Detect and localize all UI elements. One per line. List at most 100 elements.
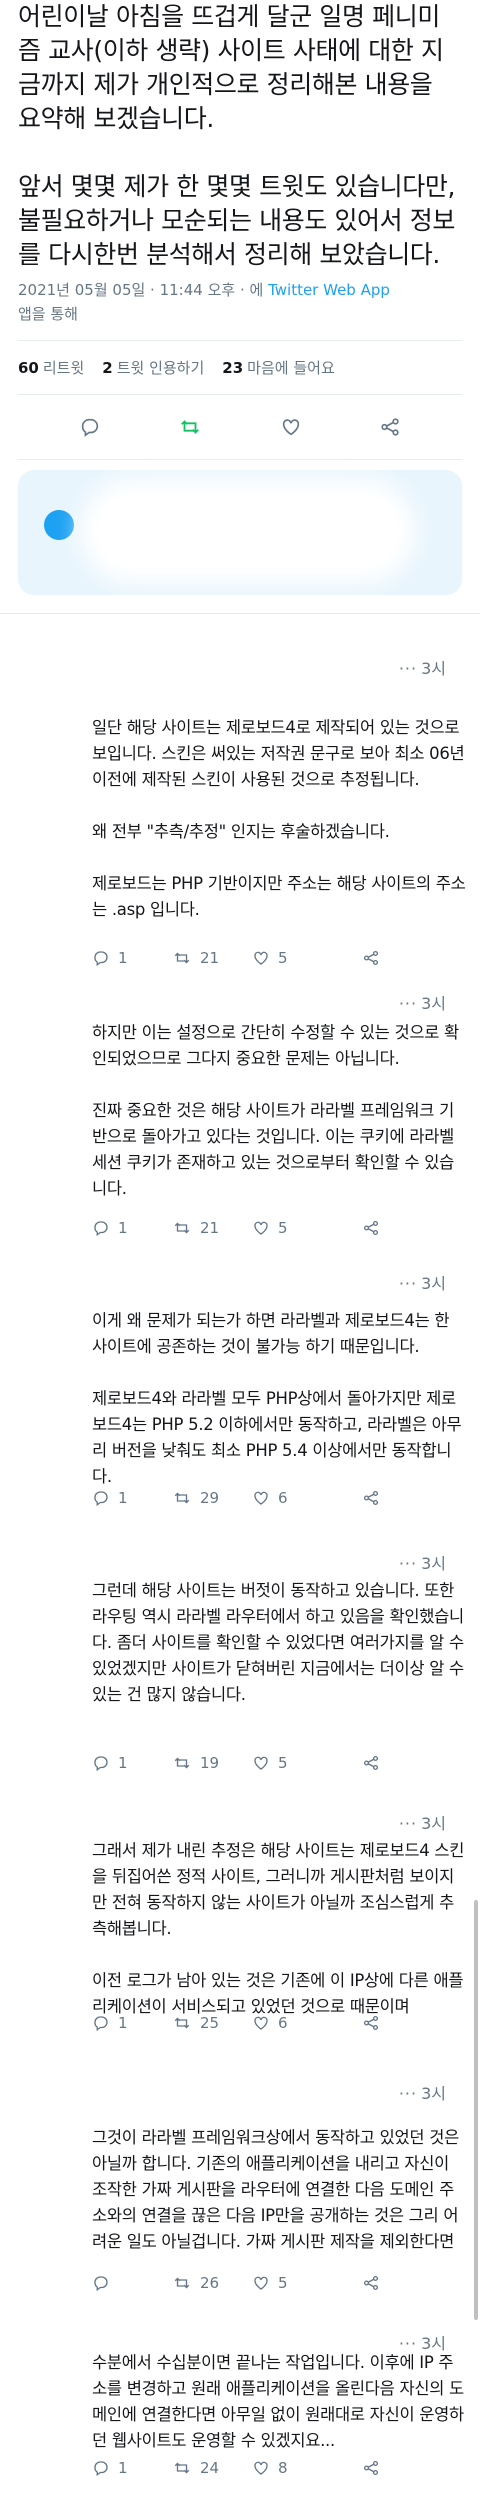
- retweet-button[interactable]: 21: [172, 1219, 252, 1237]
- quotes-stat[interactable]: 2 트윗 인용하기: [102, 357, 204, 378]
- like-button[interactable]: 8: [252, 2459, 332, 2477]
- like-count: 5: [278, 1219, 288, 1237]
- reply-tweet[interactable]: ··· 3시 그것이 라라벨 프레임워크상에서 동작하고 있었던 것은 아닐까 합니…: [0, 2080, 480, 2310]
- more-icon[interactable]: ···: [399, 659, 417, 678]
- retweet-icon: [174, 2017, 190, 2029]
- like-icon: [254, 2276, 268, 2290]
- like-button[interactable]: 5: [252, 949, 332, 967]
- like-button[interactable]: 5: [252, 1754, 332, 1772]
- retweet-button[interactable]: 26: [172, 2274, 252, 2292]
- share-button[interactable]: [362, 949, 388, 967]
- share-button[interactable]: [362, 2459, 388, 2477]
- like-icon: [254, 1756, 268, 1770]
- retweet-count: 25: [200, 2014, 220, 2032]
- tweet-time: 3시: [421, 994, 446, 1013]
- like-icon: [254, 951, 268, 965]
- reply-icon: [94, 1756, 108, 1772]
- retweet-button[interactable]: 21: [172, 949, 252, 967]
- retweet-icon[interactable]: [178, 416, 202, 438]
- retweets-stat[interactable]: 60 리트윗: [18, 357, 84, 378]
- more-icon[interactable]: ···: [399, 2084, 417, 2103]
- reply-icon: [94, 2016, 108, 2032]
- more-icon[interactable]: ···: [399, 994, 417, 1013]
- tweet-stats: 60 리트윗 2 트윗 인용하기 23 마음에 들어요: [0, 341, 480, 394]
- reply-button[interactable]: 1: [92, 2014, 172, 2032]
- reply-button[interactable]: 1: [92, 949, 172, 967]
- reply-tweet[interactable]: ··· 3시 수분에서 수십분이면 끝나는 작업입니다. 이후에 IP 주소를 변경…: [0, 2330, 480, 2495]
- share-button[interactable]: [362, 1754, 388, 1772]
- reply-paragraph: 진짜 중요한 것은 해당 사이트가 라라벨 프레임워크 기반으로 돌아가고 있다…: [92, 1101, 454, 1198]
- reply-button[interactable]: 1: [92, 1754, 172, 1772]
- like-button[interactable]: 5: [252, 2274, 332, 2292]
- reply-tweet[interactable]: ··· 3시 하지만 이는 설정으로 간단히 수정할 수 있는 것으로 확인되었으므…: [0, 990, 480, 1255]
- share-button[interactable]: [362, 1219, 388, 1237]
- reply-action-bar: 1 21 5: [92, 1215, 402, 1241]
- tweet-app-link[interactable]: Twitter Web App: [268, 281, 390, 299]
- reply-paragraph: 그런데 해당 사이트는 버젓이 동작하고 있습니다. 또한 라우팅 역시 라라벨…: [92, 1581, 464, 1704]
- like-count: 6: [278, 2014, 288, 2032]
- like-icon: [254, 2461, 268, 2475]
- retweet-button[interactable]: 24: [172, 2459, 252, 2477]
- like-count: 5: [278, 949, 288, 967]
- like-button[interactable]: 6: [252, 2014, 332, 2032]
- reply-button[interactable]: 1: [92, 1219, 172, 1237]
- like-icon[interactable]: [280, 416, 302, 438]
- retweet-count: 26: [200, 2274, 220, 2292]
- share-icon: [363, 2015, 379, 2031]
- reply-paragraph: 왜 전부 "추측/추정" 인지는 후술하겠습니다.: [92, 822, 390, 841]
- reply-tweet[interactable]: ··· 3시 그래서 제가 내린 추정은 해당 사이트는 제로보드4 스킨을 뒤집어…: [0, 1810, 480, 2050]
- tweet-app-suffix: 앱을 통해: [18, 305, 78, 323]
- likes-stat[interactable]: 23 마음에 들어요: [222, 357, 334, 378]
- tweet-header: ··· 3시: [399, 1270, 446, 1294]
- reply-button[interactable]: 1: [92, 2459, 172, 2477]
- retweet-button[interactable]: 19: [172, 1754, 252, 1772]
- like-icon: [254, 1221, 268, 1235]
- reply-count: 1: [118, 1219, 128, 1237]
- retweet-count: 21: [200, 1219, 220, 1237]
- reply-tweet[interactable]: ··· 3시 일단 해당 사이트는 제로보드4로 제작되어 있는 것으로 보입니다.…: [0, 655, 480, 985]
- reply-text: 그런데 해당 사이트는 버젓이 동작하고 있습니다. 또한 라우팅 역시 라라벨…: [92, 1578, 466, 1708]
- like-count: 6: [278, 1489, 288, 1507]
- share-icon: [363, 1755, 379, 1771]
- share-button[interactable]: [362, 2014, 388, 2032]
- reply-paragraph: 일단 해당 사이트는 제로보드4로 제작되어 있는 것으로 보입니다. 스킨은 …: [92, 718, 465, 789]
- reply-icon: [94, 1221, 108, 1237]
- reply-count: 1: [118, 949, 128, 967]
- retweet-icon: [174, 2277, 190, 2289]
- share-icon[interactable]: [379, 416, 401, 438]
- retweet-icon: [174, 1222, 190, 1234]
- more-icon[interactable]: ···: [399, 1814, 417, 1833]
- reply-paragraph: 이게 왜 문제가 되는가 하면 라라벨과 제로보드4는 한 사이트에 공존하는 …: [92, 1311, 450, 1356]
- reply-icon[interactable]: [79, 416, 101, 438]
- reply-tweet[interactable]: ··· 3시그런데 해당 사이트는 버젓이 동작하고 있습니다. 또한 라우팅 역…: [0, 1550, 480, 1790]
- reply-button[interactable]: [92, 2274, 172, 2292]
- like-icon: [254, 2016, 268, 2030]
- scrollbar[interactable]: [474, 1900, 478, 2320]
- reply-action-bar: 1 21 5: [92, 945, 402, 971]
- retweet-icon: [174, 1492, 190, 1504]
- share-button[interactable]: [362, 1489, 388, 1507]
- reply-icon: [94, 2276, 108, 2292]
- more-icon[interactable]: ···: [399, 1554, 417, 1573]
- tweet-header: ··· 3시: [399, 1550, 446, 1574]
- more-icon[interactable]: ···: [399, 1274, 417, 1293]
- retweet-icon: [174, 2462, 190, 2474]
- like-button[interactable]: 6: [252, 1489, 332, 1507]
- like-button[interactable]: 5: [252, 1219, 332, 1237]
- reply-action-bar: 1 24 8: [92, 2455, 402, 2481]
- retweet-button[interactable]: 29: [172, 1489, 252, 1507]
- divider: [0, 613, 480, 614]
- reply-text: 그것이 라라벨 프레임워크상에서 동작하고 있었던 것은 아닐까 합니다. 기존…: [92, 2125, 466, 2255]
- reply-button[interactable]: 1: [92, 1489, 172, 1507]
- like-icon: [254, 1491, 268, 1505]
- tweet-header: ··· 3시: [399, 1810, 446, 1834]
- retweet-icon: [174, 1757, 190, 1769]
- reply-count: 1: [118, 2459, 128, 2477]
- retweet-button[interactable]: 25: [172, 2014, 252, 2032]
- reply-tweet[interactable]: ··· 3시이게 왜 문제가 되는가 하면 라라벨과 제로보드4는 한 사이트에 …: [0, 1270, 480, 1525]
- share-button[interactable]: [362, 2274, 388, 2292]
- like-count: 8: [278, 2459, 288, 2477]
- avatar: [44, 510, 74, 540]
- reply-compose-box[interactable]: [18, 470, 462, 595]
- tweet-action-bar: [0, 395, 480, 459]
